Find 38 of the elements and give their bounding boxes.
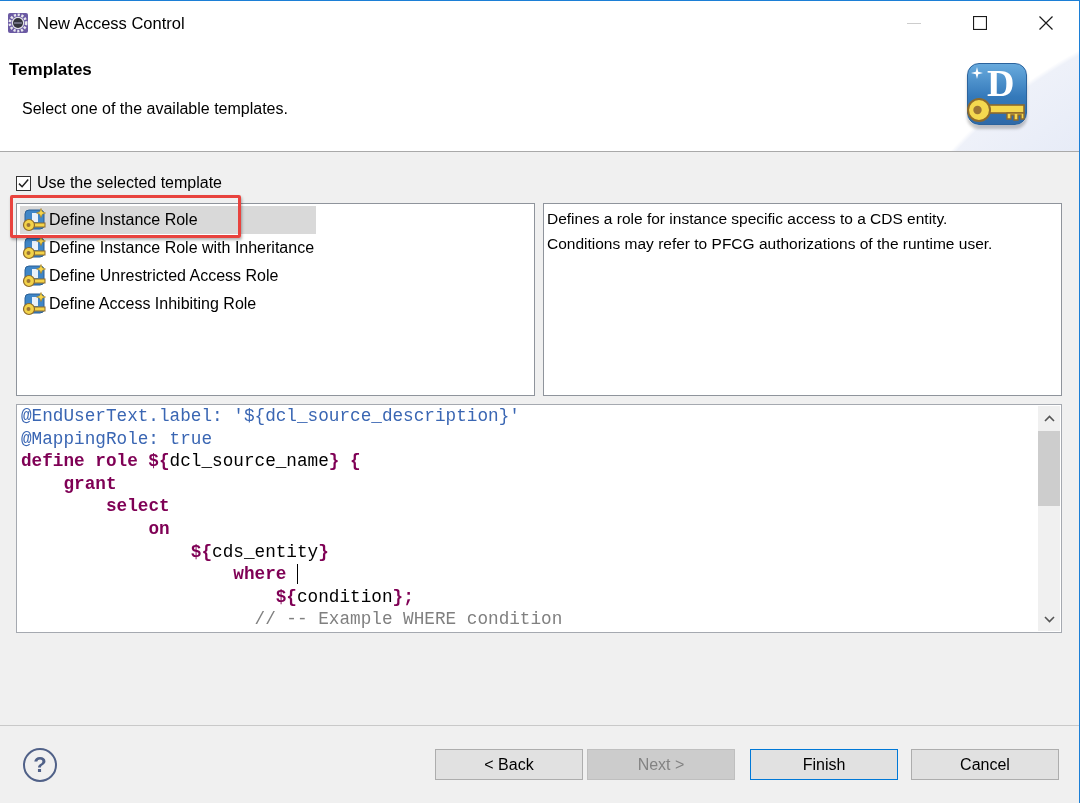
checkbox-label: Use the selected template [37,174,222,192]
code-line: ${condition}; [275,585,414,609]
code-editor[interactable]: @EndUserText.label: '${dcl_source_description}' @MappingRole: true define role ${dcl_source_name} { grant select on ${cds_entity} where ${condition}; // -- Example WHERE condition [16,404,1062,633]
page-description: Select one of the available templates. [22,99,288,119]
logo-letter: D [987,64,1015,102]
code-line: where [233,563,288,586]
key-tile-icon [22,236,46,260]
template-item[interactable]: Define Unrestricted Access Role [20,262,317,290]
scrollbar-thumb[interactable] [1038,431,1060,506]
window-title: New Access Control [37,13,185,33]
key-icon [967,98,1025,122]
code-line: define role ${dcl_source_name} { [21,450,361,473]
gear-icon [8,13,28,33]
checkbox[interactable] [16,175,31,191]
chevron-up-icon[interactable] [1043,414,1055,422]
code-line: select [105,495,170,518]
code-line: // -- Example WHERE condition [254,608,563,631]
chevron-down-icon[interactable] [1043,615,1055,623]
code-line: @MappingRole: true [21,427,213,451]
key-tile-icon [22,208,46,232]
wizard-button[interactable]: < Back [435,749,583,780]
maximize-icon[interactable] [973,16,987,30]
code-line: ${cds_entity} [190,540,329,564]
template-description: Defines a role for instance specific access to a CDS entity. Conditions may refer to PFCG authorizations of the runtime user. [547,209,994,254]
template-item[interactable]: Define Instance Role with Inheritance [20,234,317,262]
code-line: @EndUserText.label: '${dcl_source_description}' [21,405,520,428]
key-tile-icon [22,292,46,316]
page-title: Templates [9,59,93,81]
code-line: grant [63,472,117,496]
wizard-button[interactable]: Finish [750,749,898,780]
template-item[interactable]: Define Instance Role [20,206,317,234]
close-icon[interactable] [1039,16,1053,30]
sparkle-icon [971,67,983,79]
wizard-button[interactable]: Cancel [911,749,1059,780]
template-item[interactable]: Define Access Inhibiting Role [20,290,317,318]
help-button[interactable]: ? [23,747,57,782]
code-line: on [148,517,170,541]
key-tile-icon [22,264,46,288]
